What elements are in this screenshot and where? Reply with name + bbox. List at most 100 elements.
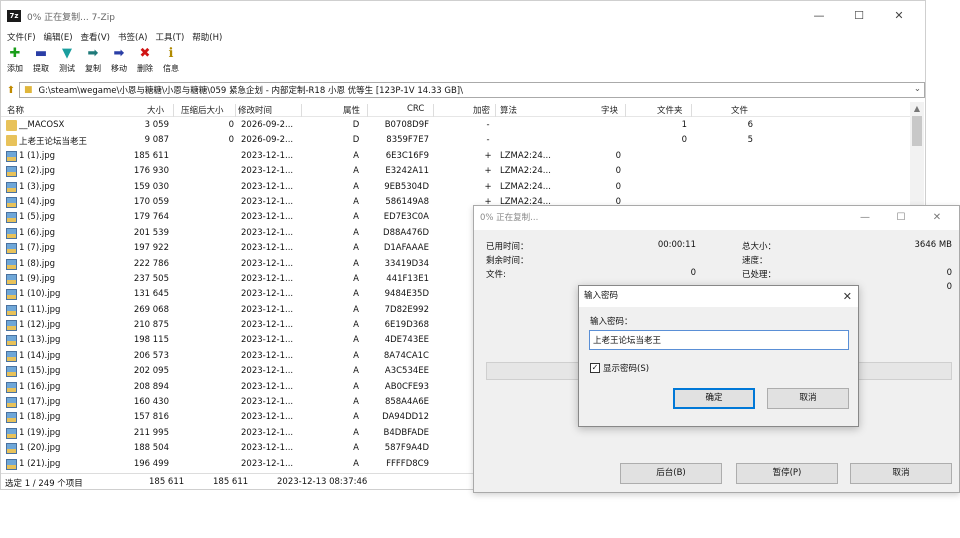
cell-size: 160 430 [133, 397, 169, 408]
col-encrypted[interactable]: 加密 [473, 104, 490, 116]
col-modified[interactable]: 修改时间 [238, 104, 272, 116]
cell-attr: A [353, 350, 359, 361]
cell-crc: 587F9A4D [384, 443, 429, 454]
cell-crc: 33419D34 [384, 258, 429, 269]
folder-icon: ■ [24, 85, 33, 95]
delete-icon: ✖ [139, 46, 151, 61]
minimize-button[interactable]: — [799, 1, 839, 31]
image-file-icon [6, 227, 17, 239]
cell-attr: A [353, 458, 359, 469]
folder-row[interactable]: __MACOSX 3 059 0 2026-09-2... D B0708D9F - 1 6 [1, 118, 911, 133]
cell-size: 179 764 [133, 212, 169, 223]
close-button[interactable]: ✕ [879, 1, 919, 31]
cell-size: 211 995 [133, 427, 169, 438]
cell-name: 1 (21).jpg [19, 458, 61, 469]
cell-crc: 858A4A6E [384, 397, 429, 408]
cell-modified: 2023-12-1... [241, 196, 294, 207]
file-row[interactable]: 1 (2).jpg 176 930 2023-12-1... A E3242A11 + LZ… [1, 164, 911, 179]
cell-block: 0 [615, 181, 621, 192]
cell-modified: 2026-09-2... [241, 135, 294, 146]
cell-name: 1 (15).jpg [19, 366, 61, 377]
pause-button[interactable]: 暂停(P) [736, 463, 838, 484]
cell-size: 3 059 [144, 120, 169, 130]
scroll-up-icon[interactable]: ▲ [910, 102, 924, 116]
show-password-checkbox[interactable]: ✓ 显示密码(S) [590, 362, 649, 374]
cell-folders: 0 [681, 135, 687, 146]
image-file-icon [6, 458, 17, 470]
col-crc[interactable]: CRC [407, 104, 424, 114]
cell-name: 1 (5).jpg [19, 212, 56, 223]
col-folders[interactable]: 文件夹 [657, 104, 683, 116]
files-label: 文件: [486, 270, 506, 280]
copy-button[interactable]: ➡ 复制 [81, 47, 105, 79]
cell-name: 1 (7).jpg [19, 243, 56, 254]
col-size[interactable]: 大小 [147, 104, 164, 116]
password-input[interactable] [589, 330, 849, 350]
delete-button[interactable]: ✖ 删除 [133, 47, 157, 79]
file-row[interactable]: 1 (3).jpg 159 030 2023-12-1... A 9EB5304D + LZ… [1, 180, 911, 195]
cell-attr: A [353, 304, 359, 315]
add-button[interactable]: ✚ 添加 [3, 47, 27, 79]
move-button[interactable]: ➡ 移动 [107, 47, 131, 79]
chevron-down-icon[interactable]: ⌄ [914, 84, 921, 94]
up-folder-icon[interactable]: ⬆ [4, 85, 18, 96]
cell-crc: D88A476D [383, 227, 429, 238]
menu-file[interactable]: 文件(F) [7, 31, 36, 45]
test-icon: ▼ [62, 46, 72, 61]
cell-modified: 2023-12-1... [241, 227, 294, 238]
cell-crc: 8A74CA1C [383, 350, 429, 361]
info-button[interactable]: ℹ 信息 [159, 47, 183, 79]
menu-tools[interactable]: 工具(T) [155, 31, 184, 45]
ok-button[interactable]: 确定 [673, 388, 755, 409]
menu-edit[interactable]: 编辑(E) [44, 31, 73, 45]
cell-crc: 9484E35D [384, 289, 429, 300]
cell-size: 188 504 [133, 443, 169, 454]
col-method[interactable]: 算法 [500, 104, 517, 116]
copy-icon: ➡ [87, 46, 99, 61]
cell-files: 5 [747, 135, 753, 146]
extract-button[interactable]: ▬ 提取 [29, 47, 53, 79]
password-label: 输入密码： [590, 317, 633, 327]
cell-size: 196 499 [133, 458, 169, 469]
password-dialog-close-button[interactable]: ✕ [843, 286, 852, 307]
scroll-thumb[interactable] [912, 116, 922, 146]
col-files[interactable]: 文件 [731, 104, 748, 116]
move-label: 移动 [111, 64, 127, 73]
checkbox-check-icon[interactable]: ✓ [590, 363, 600, 373]
cell-crc: AB0CFE93 [384, 381, 429, 392]
menu-bookmarks[interactable]: 书签(A) [118, 31, 147, 45]
progress-close-button[interactable]: ✕ [919, 206, 955, 230]
status-selection: 选定 1 / 249 个项目 [5, 479, 83, 489]
maximize-button[interactable]: ☐ [839, 1, 879, 31]
image-file-icon [6, 412, 17, 424]
image-file-icon [6, 166, 17, 178]
progress-cancel-button[interactable]: 取消 [850, 463, 952, 484]
image-file-icon [6, 150, 17, 162]
cell-block: 0 [615, 166, 621, 177]
cell-size: 201 539 [133, 227, 169, 238]
progress-minimize-button[interactable]: — [847, 206, 883, 230]
progress-maximize-button[interactable]: ☐ [883, 206, 919, 230]
cell-method: LZMA2:24... [500, 181, 551, 192]
col-packed[interactable]: 压缩后大小 [181, 104, 224, 116]
cancel-button[interactable]: 取消 [767, 388, 849, 409]
image-file-icon [6, 273, 17, 285]
cell-size: 131 645 [133, 289, 169, 300]
path-text: G:\steam\wegame\小恩与糖糖\小恩与糖糖\059 紧急企划 - 内… [38, 86, 463, 96]
col-name[interactable]: 名称 [7, 104, 24, 116]
folder-row[interactable]: 上老王论坛当老王 9 087 0 2026-09-2... D 8359F7E7 - 0 5 [1, 133, 911, 148]
background-button[interactable]: 后台(B) [620, 463, 722, 484]
menu-help[interactable]: 帮助(H) [192, 31, 222, 45]
cell-crc: 586149A8 [385, 196, 429, 207]
cell-attr: D [352, 135, 360, 146]
file-row[interactable]: 1 (1).jpg 185 611 2023-12-1... A 6E3C16F9 + LZ… [1, 149, 911, 164]
test-button[interactable]: ▼ 测试 [55, 47, 79, 79]
cell-size: 159 030 [133, 181, 169, 192]
cell-name: 1 (2).jpg [19, 166, 56, 177]
cell-enc: + [484, 150, 492, 161]
menu-view[interactable]: 查看(V) [81, 31, 110, 45]
test-label: 测试 [59, 64, 75, 73]
col-block[interactable]: 字块 [601, 104, 618, 116]
path-input[interactable]: ■ G:\steam\wegame\小恩与糖糖\小恩与糖糖\059 紧急企划 -… [19, 82, 925, 98]
col-attributes[interactable]: 属性 [343, 104, 360, 116]
